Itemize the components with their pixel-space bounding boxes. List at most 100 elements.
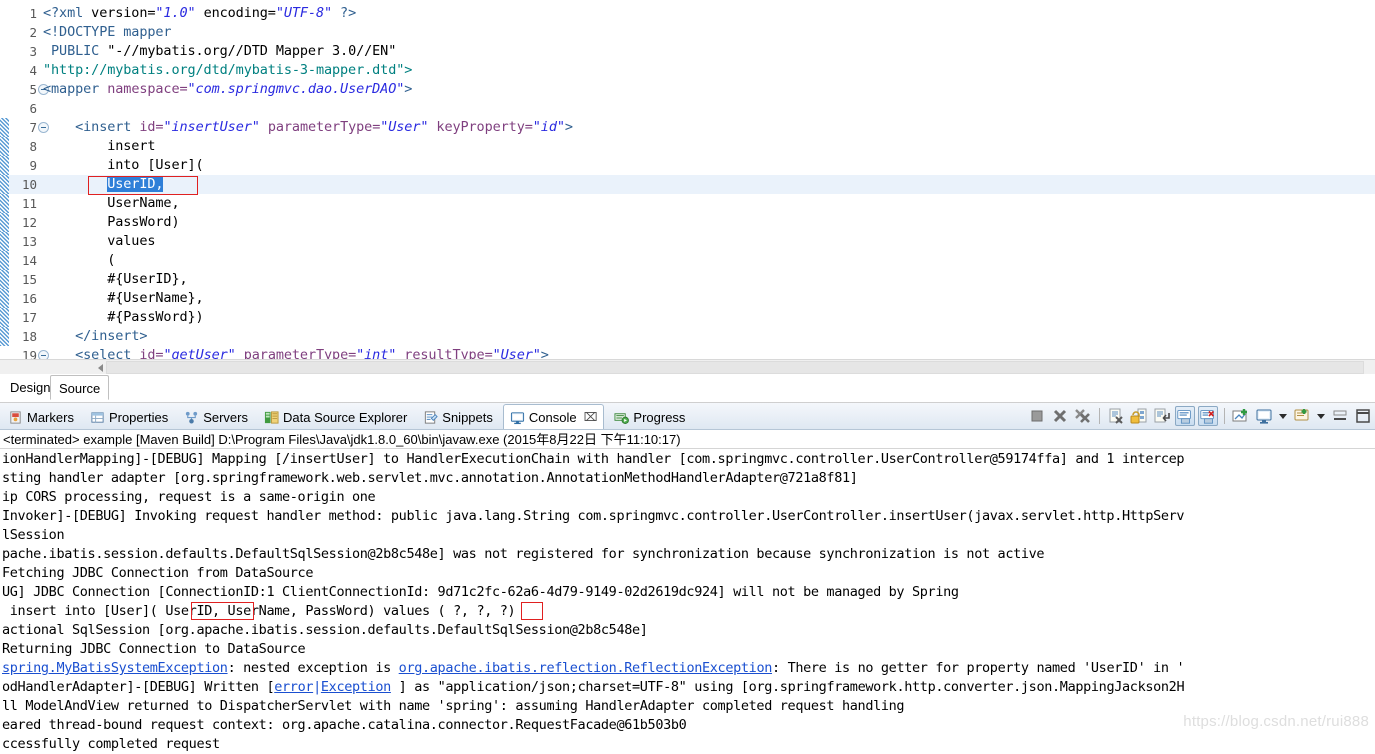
show-console-on-output-button[interactable]: [1175, 406, 1195, 426]
tab-source[interactable]: Source: [50, 375, 110, 400]
editor-line[interactable]: 1 <?xml version="1.0" encoding="UTF-8" ?>: [0, 4, 1375, 23]
editor-line[interactable]: 10 UserID,: [0, 175, 1375, 194]
line-number: 12: [21, 215, 37, 230]
display-selected-console-button[interactable]: [1254, 406, 1274, 426]
view-tab-bar[interactable]: Markers Properties Servers Data Source Expl…: [0, 403, 1375, 430]
console-dropdown-arrow-icon[interactable]: [1279, 413, 1287, 419]
console-text: ip CORS processing, request is a same-or…: [2, 489, 376, 505]
editor-line[interactable]: 11 UserName,: [0, 194, 1375, 213]
code-token: id=: [139, 119, 164, 135]
console-line: ionHandlerMapping]-[DEBUG] Mapping [/ins…: [0, 450, 1375, 469]
editor-line-text: #{UserID},: [43, 270, 187, 289]
editor-line[interactable]: 7 <insert id="insertUser" parameterType=…: [0, 118, 1375, 137]
show-console-on-error-button[interactable]: [1198, 406, 1218, 426]
editor-line[interactable]: 8 insert: [0, 137, 1375, 156]
code-token: parameterType=: [267, 119, 381, 135]
remove-launch-button[interactable]: [1050, 406, 1070, 426]
console-link[interactable]: Exception: [321, 679, 391, 695]
clear-console-button[interactable]: [1106, 406, 1126, 426]
line-number: 17: [21, 310, 37, 325]
line-number: 2: [29, 25, 37, 40]
code-token: "http://mybatis.org/dtd/mybatis-3-mapper…: [43, 62, 413, 78]
editor-line-text: (: [43, 251, 115, 270]
console-link[interactable]: org.apache.ibatis.reflection.ReflectionE…: [399, 660, 773, 676]
tab-properties[interactable]: Properties: [84, 405, 174, 429]
editor-line-text: #{UserName},: [43, 289, 203, 308]
code-token: PassWord): [43, 214, 180, 230]
minimize-button[interactable]: [1330, 406, 1350, 426]
editor-line[interactable]: 12 PassWord): [0, 213, 1375, 232]
editor-mode-tabs[interactable]: Design Source: [0, 374, 1375, 403]
line-number: 4: [29, 63, 37, 78]
console-link[interactable]: spring.MyBatisSystemException: [2, 660, 228, 676]
markers-icon: [8, 410, 23, 425]
close-icon[interactable]: ⌧: [584, 410, 598, 424]
tab-data-source-explorer[interactable]: Data Source Explorer: [258, 405, 413, 429]
scrollbar-thumb[interactable]: [106, 361, 1364, 374]
console-toolbar[interactable]: [1027, 405, 1373, 427]
editor-line[interactable]: 2 <!DOCTYPE mapper: [0, 23, 1375, 42]
tab-progress[interactable]: Progress: [608, 405, 691, 429]
console-text: Fetching JDBC Connection from DataSource: [2, 565, 314, 581]
xml-editor[interactable]: 1 <?xml version="1.0" encoding="UTF-8" ?>…: [0, 0, 1375, 364]
editor-line[interactable]: 14 (: [0, 251, 1375, 270]
fold-range-indicator: [0, 42, 9, 61]
tab-label: Snippets: [442, 409, 493, 425]
terminate-button[interactable]: [1027, 406, 1047, 426]
console-line: odHandlerAdapter]-[DEBUG] Written [error…: [0, 678, 1375, 697]
console-text: sting handler adapter [org.springframewo…: [2, 470, 858, 486]
line-number: 1: [29, 6, 37, 21]
fold-range-indicator: [0, 194, 9, 213]
open-console-button[interactable]: [1292, 406, 1312, 426]
editor-line[interactable]: 3 PUBLIC "-//mybatis.org//DTD Mapper 3.0…: [0, 42, 1375, 61]
editor-line[interactable]: 15 #{UserID},: [0, 270, 1375, 289]
scroll-lock-button[interactable]: [1129, 406, 1149, 426]
maximize-icon: [1356, 409, 1370, 423]
tab-console[interactable]: Console ⌧: [502, 404, 605, 429]
code-token: #{PassWord}): [43, 309, 204, 325]
fold-range-indicator: [0, 251, 9, 270]
editor-line[interactable]: 5 <mapper namespace="com.springmvc.dao.Us…: [0, 80, 1375, 99]
code-token: <insert: [75, 119, 140, 135]
remove-all-terminated-button[interactable]: [1073, 406, 1093, 426]
code-token: values: [43, 233, 156, 249]
editor-line[interactable]: 13 values: [0, 232, 1375, 251]
clear-document-icon: [1109, 408, 1123, 424]
open-console-dropdown-arrow-icon[interactable]: [1317, 413, 1325, 419]
console-text: Invoker]-[DEBUG] Invoking request handle…: [2, 508, 1185, 524]
pin-console-button[interactable]: [1231, 406, 1251, 426]
editor-lines[interactable]: 1 <?xml version="1.0" encoding="UTF-8" ?>…: [0, 4, 1375, 364]
fold-range-indicator: [0, 270, 9, 289]
tab-snippets[interactable]: Snippets: [417, 405, 499, 429]
console-output[interactable]: ionHandlerMapping]-[DEBUG] Mapping [/ins…: [0, 450, 1375, 754]
code-token: encoding=: [195, 5, 276, 21]
console-line: ip CORS processing, request is a same-or…: [0, 488, 1375, 507]
watermark-text: https://blog.csdn.net/rui888: [1183, 713, 1369, 730]
editor-horizontal-scrollbar[interactable]: [0, 359, 1375, 375]
word-wrap-button[interactable]: [1152, 406, 1172, 426]
editor-line-text: <!DOCTYPE mapper: [43, 23, 172, 42]
console-link[interactable]: error: [274, 679, 313, 695]
editor-line-text: values: [43, 232, 155, 251]
editor-line[interactable]: 18 </insert>: [0, 327, 1375, 346]
pin-console-icon: [1232, 409, 1247, 422]
tab-label: Properties: [108, 409, 169, 425]
console-text: Returning JDBC Connection to DataSource: [2, 641, 306, 657]
editor-line[interactable]: 9 into [User](: [0, 156, 1375, 175]
progress-icon: [614, 410, 630, 425]
editor-line[interactable]: 16 #{UserName},: [0, 289, 1375, 308]
tab-markers[interactable]: Markers: [2, 405, 80, 429]
fold-range-indicator: [0, 80, 9, 99]
code-token: into [User](: [43, 157, 204, 173]
maximize-button[interactable]: [1353, 406, 1373, 426]
line-number: 7: [29, 120, 37, 135]
editor-line[interactable]: 17 #{PassWord}): [0, 308, 1375, 327]
code-token: >: [404, 81, 413, 97]
scroll-left-arrow-icon[interactable]: [98, 364, 103, 372]
editor-line[interactable]: 4 "http://mybatis.org/dtd/mybatis-3-mappe…: [0, 61, 1375, 80]
console-line: actional SqlSession [org.apache.ibatis.s…: [0, 621, 1375, 640]
console-line: Invoker]-[DEBUG] Invoking request handle…: [0, 507, 1375, 526]
tab-servers[interactable]: Servers: [178, 405, 254, 429]
editor-line[interactable]: 6: [0, 99, 1375, 118]
